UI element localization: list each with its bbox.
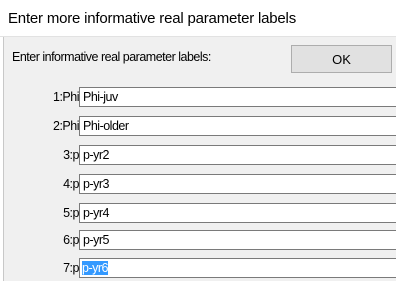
row-3-label-box: 3:p xyxy=(0,145,79,165)
row-5-input[interactable] xyxy=(79,203,396,223)
row-6-label-box: 6:p xyxy=(0,230,79,250)
row-3-label: 3:p xyxy=(63,148,79,162)
window-title: Enter more informative real parameter la… xyxy=(8,10,296,27)
row-5-label-box: 5:p xyxy=(0,203,79,223)
row-7-label: 7:p xyxy=(63,261,79,275)
row-2-label-box: 2:Phi xyxy=(0,116,79,136)
row-1-input[interactable] xyxy=(79,87,396,107)
row-1-label: 1:Phi xyxy=(53,90,79,104)
row-7-input[interactable]: p-yr6 xyxy=(79,258,396,278)
row-2-input[interactable] xyxy=(79,116,396,136)
row-7-selected-text: p-yr6 xyxy=(82,261,108,275)
row-7-label-box: 7:p xyxy=(0,258,79,278)
row-1-label-box: 1:Phi xyxy=(0,87,79,107)
parameter-labels-dialog: Enter more informative real parameter la… xyxy=(0,0,396,281)
row-2-label: 2:Phi xyxy=(53,119,79,133)
prompt-label: Enter informative real parameter labels: xyxy=(12,50,211,64)
title-bar[interactable]: Enter more informative real parameter la… xyxy=(0,0,396,37)
row-6-label: 6:p xyxy=(63,233,79,247)
row-3-input[interactable] xyxy=(79,145,396,165)
row-4-input[interactable] xyxy=(79,174,396,194)
row-4-label-box: 4:p xyxy=(0,174,79,194)
row-5-label: 5:p xyxy=(63,206,79,220)
row-6-input[interactable] xyxy=(79,230,396,250)
row-4-label: 4:p xyxy=(63,177,79,191)
ok-button[interactable]: OK xyxy=(291,45,392,73)
